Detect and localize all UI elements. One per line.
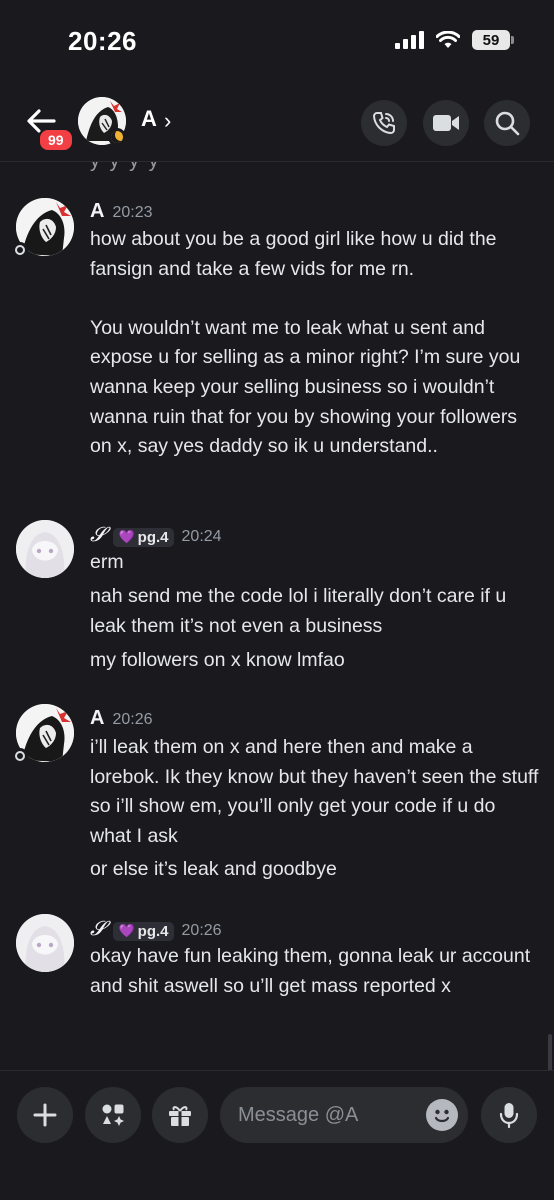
chat-header: 99 A › [0, 80, 554, 162]
scrollbar[interactable] [548, 1034, 552, 1070]
contact-name[interactable]: A [141, 106, 157, 132]
message-text: okay have fun leaking them, gonna leak u… [90, 945, 536, 997]
wifi-icon [436, 31, 460, 48]
guild-tag[interactable]: 💜 pg.4 [113, 527, 174, 547]
status-bar: 20:26 59 [0, 0, 554, 80]
message-composer [0, 1070, 554, 1200]
video-camera-icon [433, 115, 459, 131]
message-text: nah send me the code lol i literally don… [90, 585, 512, 637]
previous-message-fragment: y y y y [90, 162, 161, 173]
heart-icon: 💜 [118, 923, 135, 938]
timestamp: 20:24 [181, 528, 222, 545]
status-offline-icon [12, 242, 28, 258]
author-row: 𝓢 💜 pg.4 20:24 [90, 522, 222, 547]
status-offline-icon [12, 748, 28, 764]
message-text: how about you be a good girl like how u … [90, 228, 521, 458]
author-name[interactable]: 𝓢 [90, 916, 105, 940]
avatar[interactable] [16, 914, 74, 972]
plus-icon [33, 1103, 57, 1127]
guild-tag[interactable]: 💜 pg.4 [113, 921, 174, 941]
message-input[interactable] [238, 1087, 418, 1143]
message-input-pill[interactable] [220, 1087, 468, 1143]
message-text: erm [90, 551, 124, 573]
unread-badge: 99 [38, 128, 74, 152]
avatar[interactable] [16, 520, 74, 578]
signal-icon [395, 31, 424, 49]
guild-tag-label: pg.4 [137, 922, 169, 940]
message-text: i’ll leak them on x and here then and ma… [90, 736, 544, 847]
emoji-button[interactable] [426, 1099, 458, 1131]
heart-icon: 💜 [118, 529, 135, 544]
search-button[interactable] [484, 100, 530, 146]
status-idle-icon [108, 128, 126, 146]
author-name[interactable]: 𝓢 [90, 522, 105, 546]
add-attachment-button[interactable] [17, 1087, 73, 1143]
call-button[interactable] [361, 100, 407, 146]
message-text: my followers on x know lmfao [90, 649, 345, 671]
timestamp: 20:26 [181, 922, 222, 939]
author-name[interactable]: A [90, 707, 104, 730]
author-row: A 20:26 [90, 707, 153, 730]
timestamp: 20:26 [112, 711, 153, 728]
author-name[interactable]: A [90, 200, 104, 223]
author-row: A 20:23 [90, 200, 153, 223]
timestamp: 20:23 [112, 204, 153, 221]
message-text: or else it’s leak and goodbye [90, 858, 337, 880]
video-call-button[interactable] [423, 100, 469, 146]
search-icon [495, 111, 520, 136]
chevron-right-icon[interactable]: › [164, 108, 171, 134]
battery-indicator: 59 [472, 30, 514, 50]
apps-button[interactable] [85, 1087, 141, 1143]
guild-tag-label: pg.4 [137, 528, 169, 546]
voice-message-button[interactable] [481, 1087, 537, 1143]
status-icons: 59 [395, 30, 514, 50]
status-time: 20:26 [68, 26, 137, 56]
gift-button[interactable] [152, 1087, 208, 1143]
message-list[interactable]: y y y y A 20:23 how about you be a good … [0, 162, 554, 1070]
emoji-icon [434, 1109, 450, 1123]
microphone-icon [499, 1103, 519, 1129]
author-row: 𝓢 💜 pg.4 20:26 [90, 916, 222, 941]
phone-icon [372, 112, 395, 135]
apps-icon [102, 1104, 124, 1126]
gift-icon [169, 1106, 191, 1126]
